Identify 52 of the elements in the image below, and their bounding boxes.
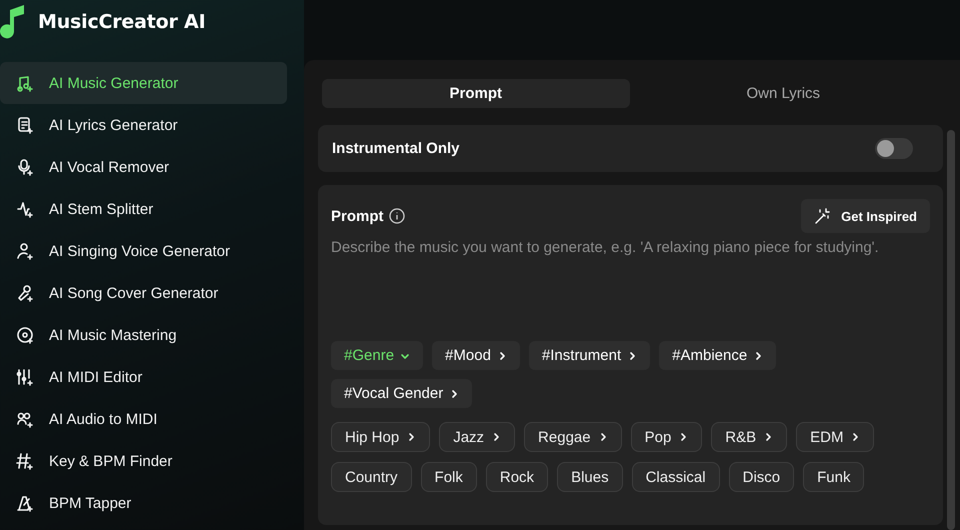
sidebar-item[interactable]: Key & BPM Finder bbox=[0, 440, 287, 482]
genre-tag[interactable]: Jazz bbox=[439, 422, 516, 452]
sidebar-item[interactable]: AI MIDI Editor bbox=[0, 356, 287, 398]
genre-tag[interactable]: Reggae bbox=[524, 422, 622, 452]
tool-icon bbox=[16, 116, 34, 134]
genre-tag[interactable]: Funk bbox=[803, 462, 864, 492]
sidebar-item[interactable]: AI Lyrics Generator bbox=[0, 104, 287, 146]
prompt-card[interactable] bbox=[318, 185, 943, 525]
genre-tag[interactable]: Pop bbox=[630, 422, 702, 452]
tool-icon bbox=[16, 74, 34, 92]
category-chip[interactable]: #Instrument bbox=[528, 341, 650, 370]
tool-icon bbox=[16, 158, 34, 176]
scrollbar[interactable] bbox=[947, 130, 955, 530]
tool-icon bbox=[16, 410, 34, 428]
category-chip[interactable]: #Genre bbox=[331, 341, 424, 370]
genre-tag[interactable]: R&B bbox=[711, 422, 788, 452]
tool-icon bbox=[16, 200, 34, 218]
category-chip[interactable]: #Ambience bbox=[659, 341, 776, 370]
sidebar-item[interactable]: AI Music Mastering bbox=[0, 314, 287, 356]
instrumental-label: Instrumental Only bbox=[332, 140, 460, 157]
prompt-label: Prompt bbox=[331, 208, 384, 224]
genre-tag[interactable]: Classical bbox=[632, 462, 720, 492]
sidebar-item[interactable]: AI Singing Voice Generator bbox=[0, 230, 287, 272]
category-chip[interactable]: #Mood bbox=[432, 341, 520, 370]
tool-icon bbox=[16, 494, 34, 512]
tool-icon bbox=[16, 284, 34, 302]
genre-tag[interactable]: Rock bbox=[486, 462, 548, 492]
info-icon bbox=[388, 208, 404, 224]
sidebar-item[interactable]: AI Song Cover Generator bbox=[0, 272, 287, 314]
tab[interactable]: Prompt bbox=[322, 79, 630, 108]
tool-icon bbox=[16, 242, 34, 260]
category-chip[interactable]: #Vocal Gender bbox=[331, 379, 472, 408]
sidebar-item[interactable]: AI Vocal Remover bbox=[0, 146, 287, 188]
instrumental-toggle[interactable] bbox=[875, 138, 913, 159]
tool-icon bbox=[16, 368, 34, 386]
sidebar-item[interactable]: AI Audio to MIDI bbox=[0, 398, 287, 440]
tool-icon bbox=[16, 326, 34, 344]
music-note-logo-icon bbox=[0, 4, 26, 40]
sidebar-item[interactable]: AI Music Generator bbox=[0, 62, 287, 104]
magic-wand-icon bbox=[814, 208, 832, 224]
genre-tag[interactable]: Hip Hop bbox=[331, 422, 430, 452]
get-inspired-button[interactable]: Get Inspired bbox=[801, 199, 930, 233]
genre-tag[interactable]: Country bbox=[331, 462, 412, 492]
genre-tag[interactable]: EDM bbox=[796, 422, 874, 452]
sidebar-item[interactable]: BPM Tapper bbox=[0, 482, 287, 524]
genre-tag[interactable]: Blues bbox=[557, 462, 623, 492]
app-name: MusicCreator AI bbox=[38, 11, 206, 33]
tab[interactable]: Own Lyrics bbox=[630, 79, 937, 108]
sidebar-item[interactable]: AI Stem Splitter bbox=[0, 188, 287, 230]
genre-tag[interactable]: Disco bbox=[728, 462, 794, 492]
tool-icon bbox=[16, 452, 34, 470]
genre-tag[interactable]: Folk bbox=[420, 462, 477, 492]
